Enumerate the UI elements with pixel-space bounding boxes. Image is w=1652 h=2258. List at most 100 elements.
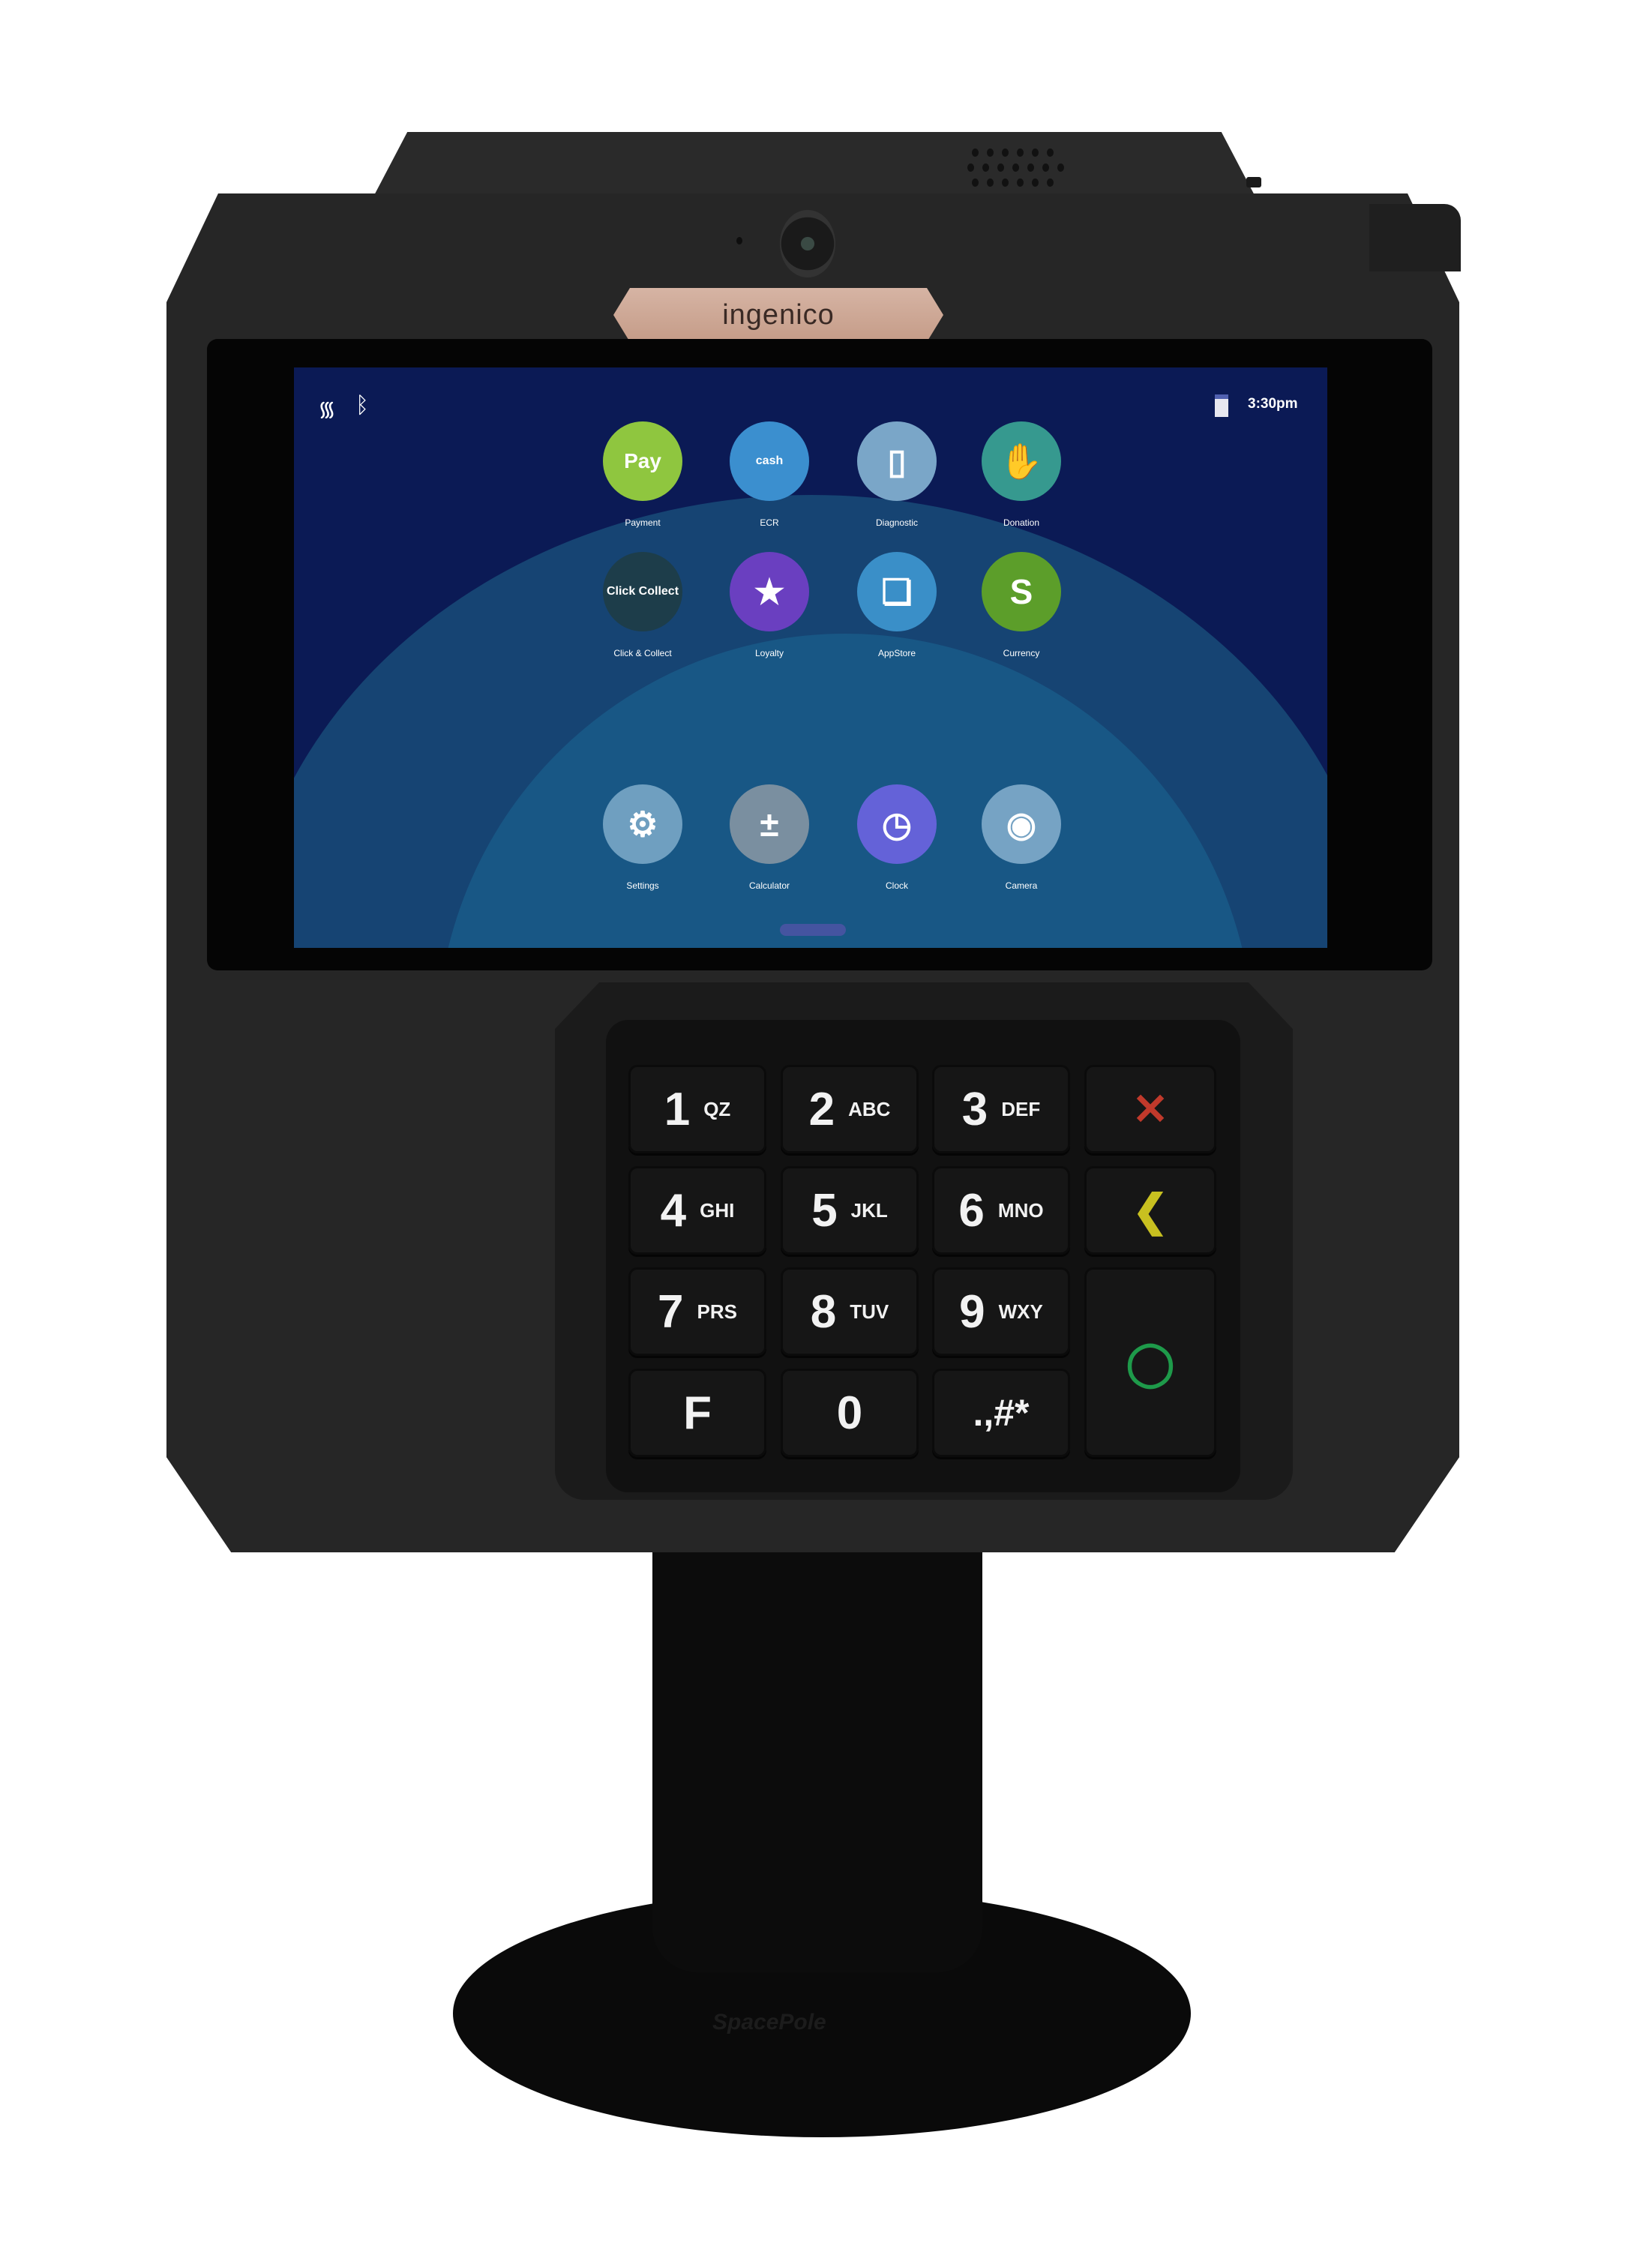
key-letters: DEF: [1001, 1097, 1041, 1120]
key-digit: 8: [810, 1285, 837, 1338]
key-digit: 9: [959, 1285, 985, 1338]
app-label: Loyalty: [754, 648, 784, 658]
key-2[interactable]: 2 ABC: [781, 1065, 919, 1153]
reader-pin: [1246, 177, 1261, 187]
pay-icon: Pay: [603, 421, 682, 501]
key-symbols[interactable]: .,#*: [932, 1369, 1070, 1457]
app-currency[interactable]: S Currency: [973, 552, 1070, 658]
speaker-hole: [1047, 148, 1054, 157]
appstore-icon: ❏: [857, 552, 937, 631]
app-diagnostic[interactable]: ▯ Diagnostic: [848, 421, 946, 528]
clock-icon: ◷: [857, 784, 937, 864]
home-handle[interactable]: [780, 924, 846, 936]
app-label: Payment: [625, 517, 661, 528]
card-reader-bar: [372, 132, 1257, 199]
key-6[interactable]: 6 MNO: [932, 1166, 1070, 1255]
app-label: AppStore: [877, 648, 916, 658]
key-letters: QZ: [703, 1097, 731, 1120]
speaker-hole: [997, 163, 1004, 172]
speaker-hole: [987, 148, 994, 157]
app-label: Donation: [1003, 517, 1040, 528]
key-9[interactable]: 9 WXY: [932, 1267, 1070, 1356]
key-digit: 6: [958, 1184, 985, 1237]
cash-register-icon: cash: [730, 421, 809, 501]
app-donation[interactable]: ✋ Donation: [973, 421, 1070, 528]
key-letters: WXY: [998, 1300, 1043, 1323]
key-digit: .,#*: [973, 1392, 1030, 1434]
touch-screen[interactable]: ᯾ ᛒ 3:30pm Pay Payment cash ECR ▯ Diagnostic ✋…: [294, 367, 1327, 948]
key-letters: ABC: [848, 1097, 891, 1120]
key-digit: 5: [811, 1184, 838, 1237]
correct-key[interactable]: ❮: [1084, 1166, 1216, 1255]
camera-icon: ◉: [982, 784, 1061, 864]
app-label: Clock: [885, 880, 908, 891]
terminal-gear-icon: ▯: [857, 421, 937, 501]
key-digit: 0: [836, 1387, 863, 1439]
key-f[interactable]: F: [628, 1369, 766, 1457]
app-label: Camera: [1005, 880, 1038, 891]
key-3[interactable]: 3 DEF: [932, 1065, 1070, 1153]
stand-logo: SpacePole: [712, 2010, 826, 2035]
key-4[interactable]: 4 GHI: [628, 1166, 766, 1255]
speaker-hole: [1032, 148, 1039, 157]
speaker-grille: [967, 142, 1080, 195]
key-digit: F: [683, 1387, 712, 1439]
app-loyalty[interactable]: ★ Loyalty: [721, 552, 818, 658]
key-letters: TUV: [850, 1300, 889, 1323]
app-calculator[interactable]: ± Calculator: [721, 784, 818, 891]
app-label: ECR: [760, 517, 779, 528]
app-camera[interactable]: ◉ Camera: [973, 784, 1070, 891]
cancel-key[interactable]: ✕: [1084, 1065, 1216, 1153]
speaker-hole: [1017, 178, 1024, 187]
hand-heart-icon: ✋: [982, 421, 1061, 501]
key-7[interactable]: 7 PRS: [628, 1267, 766, 1356]
speaker-hole: [972, 178, 979, 187]
speaker-hole: [1017, 148, 1024, 157]
key-letters: JKL: [850, 1198, 888, 1222]
speaker-hole: [972, 148, 979, 157]
camera-lens: [780, 210, 835, 277]
key-8[interactable]: 8 TUV: [781, 1267, 919, 1356]
key-letters: PRS: [697, 1300, 737, 1323]
key-digit: 7: [658, 1285, 684, 1338]
app-clock[interactable]: ◷ Clock: [848, 784, 946, 891]
speaker-hole: [1032, 178, 1039, 187]
key-letters: GHI: [700, 1198, 735, 1222]
loyalty-star-icon: ★: [730, 552, 809, 631]
speaker-hole: [1002, 178, 1009, 187]
speaker-hole: [967, 163, 974, 172]
side-slot: [1369, 204, 1461, 271]
click-collect-icon: Click Collect: [603, 552, 682, 631]
key-1[interactable]: 1 QZ: [628, 1065, 766, 1153]
speaker-hole: [1012, 163, 1019, 172]
app-click-collect[interactable]: Click Collect Click & Collect: [594, 552, 691, 658]
enter-o-icon: ◯: [1126, 1338, 1175, 1387]
key-digit: 3: [961, 1083, 988, 1135]
app-ecr[interactable]: cash ECR: [721, 421, 818, 528]
app-payment[interactable]: Pay Payment: [594, 421, 691, 528]
gear-icon: ⚙: [603, 784, 682, 864]
app-appstore[interactable]: ❏ AppStore: [848, 552, 946, 658]
app-label: Click & Collect: [613, 648, 672, 658]
microphone: [736, 237, 742, 244]
enter-key[interactable]: ◯: [1084, 1267, 1216, 1457]
key-digit: 4: [660, 1184, 687, 1237]
status-bar: ᯾ ᛒ 3:30pm: [294, 367, 1327, 421]
key-letters: MNO: [997, 1198, 1044, 1222]
status-time: 3:30pm: [1248, 396, 1298, 412]
speaker-hole: [987, 178, 994, 187]
battery-icon: [1215, 394, 1228, 417]
app-label: Currency: [1003, 648, 1040, 658]
bluetooth-icon: ᛒ: [355, 393, 369, 418]
app-settings[interactable]: ⚙ Settings: [594, 784, 691, 891]
speaker-hole: [982, 163, 989, 172]
speaker-hole: [1042, 163, 1049, 172]
calculator-icon: ±: [730, 784, 809, 864]
backspace-icon: ❮: [1132, 1186, 1169, 1235]
key-5[interactable]: 5 JKL: [781, 1166, 919, 1255]
speaker-hole: [1057, 163, 1064, 172]
key-digit: 1: [664, 1083, 691, 1135]
cancel-x-icon: ✕: [1132, 1085, 1169, 1134]
key-0[interactable]: 0: [781, 1369, 919, 1457]
brand-logo: ingenico: [722, 298, 835, 331]
